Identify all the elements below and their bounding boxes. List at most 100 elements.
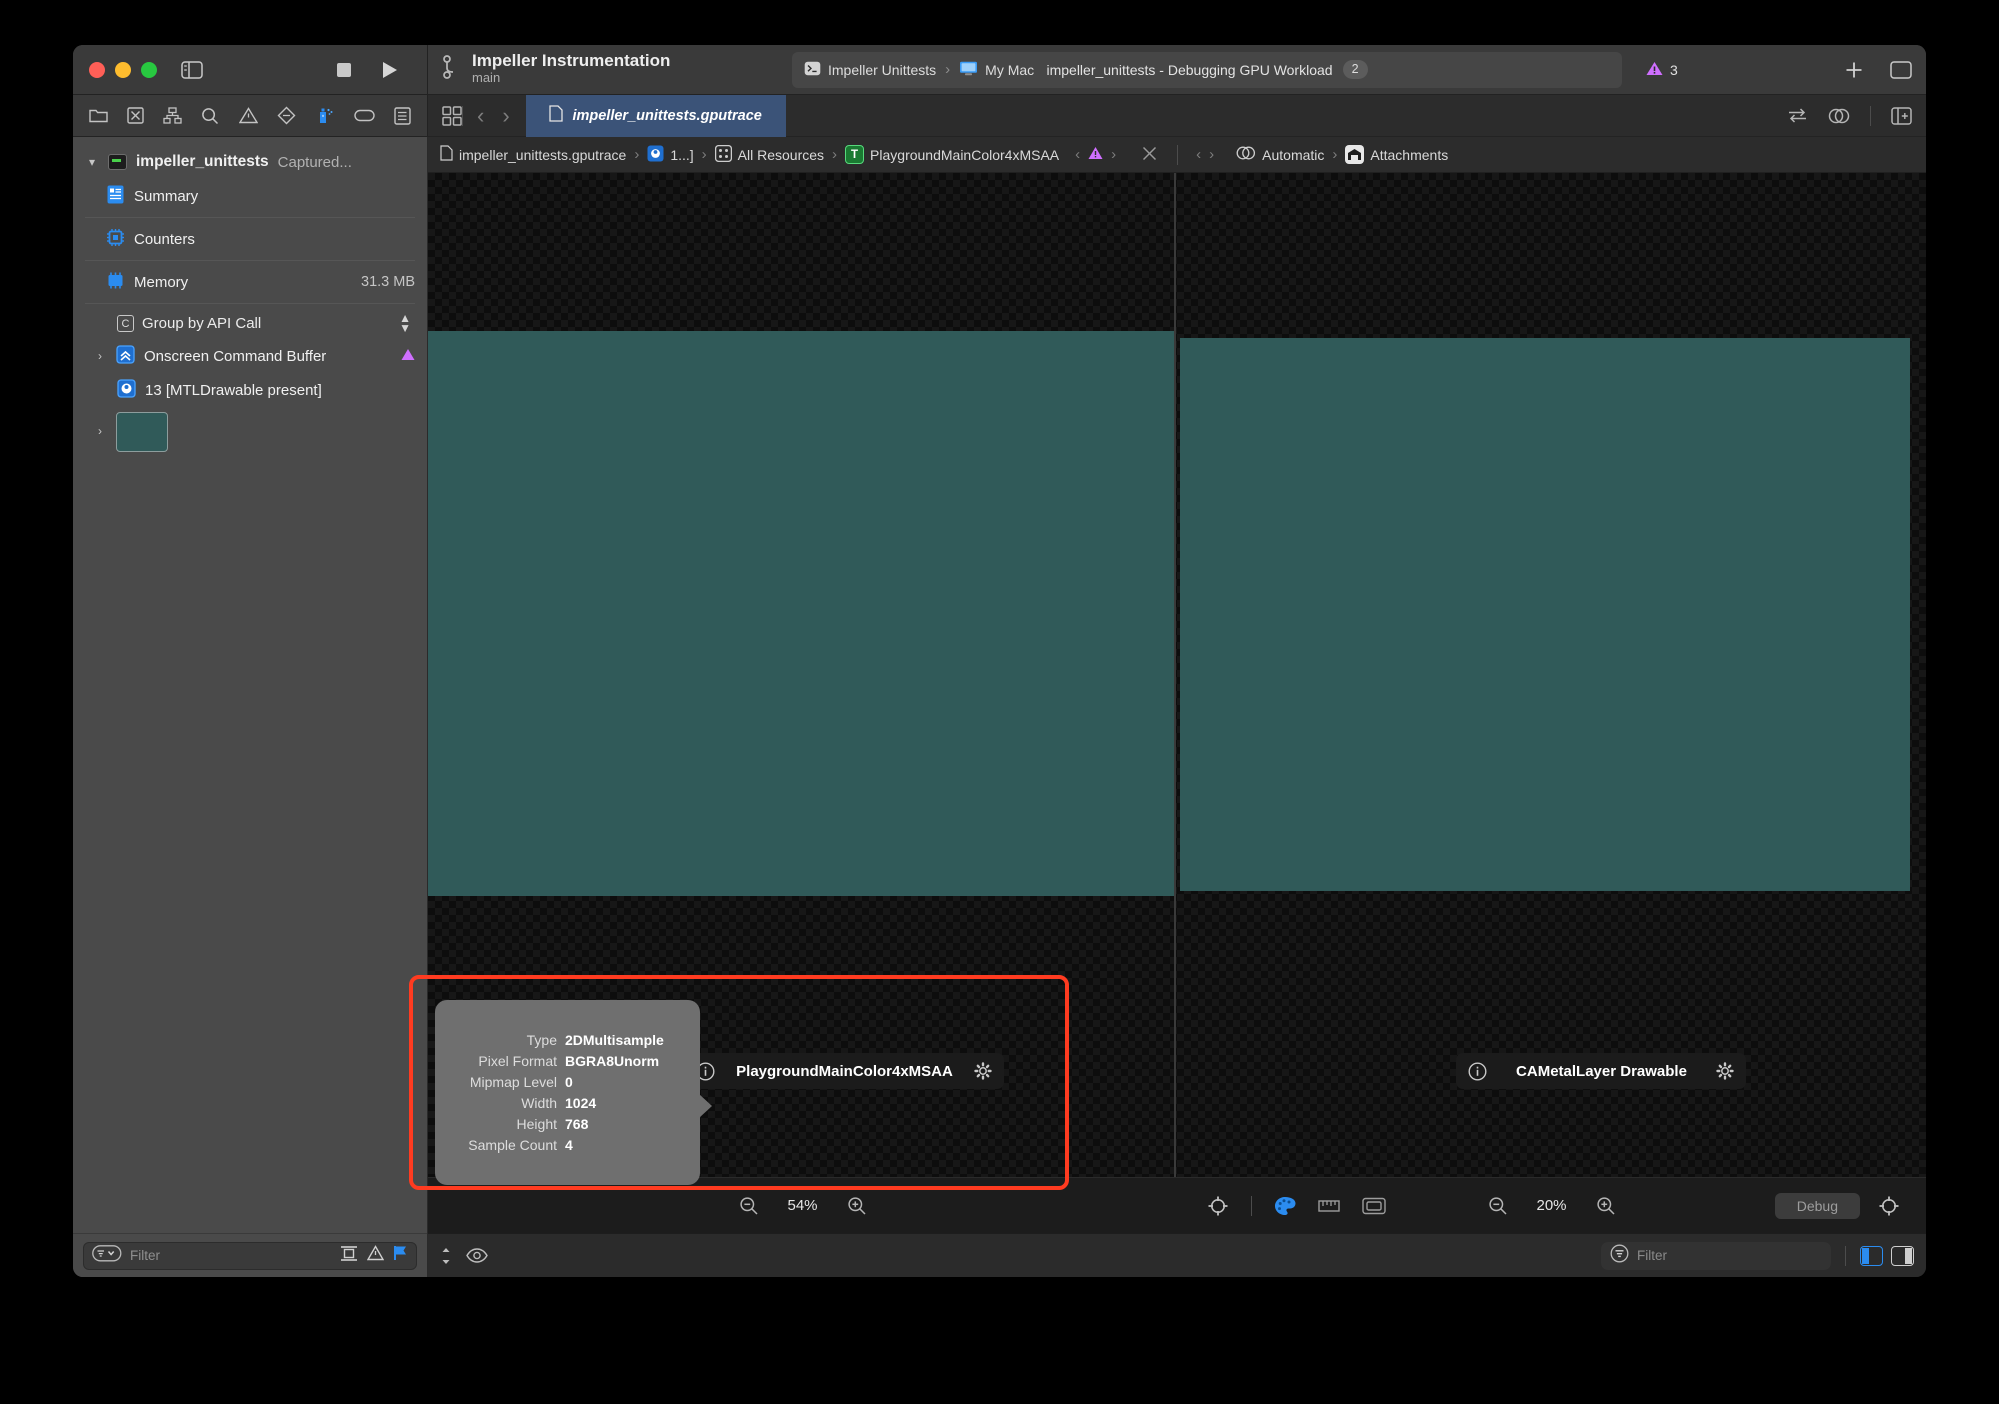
run-button[interactable] [379,60,399,80]
editor-filter-field[interactable]: Filter [1601,1241,1831,1270]
swap-icon[interactable] [1787,107,1808,124]
editor-layout-icon[interactable] [442,105,462,126]
list-icon[interactable] [394,106,411,125]
attachment-thumbnail[interactable] [116,412,168,453]
texture-preview-left[interactable] [428,331,1174,896]
zoom-window-button[interactable] [141,61,157,78]
breadcrumb-item-attachments[interactable]: Attachments [1345,145,1448,164]
zoom-controls-right: 20% Debug [1177,1192,1926,1219]
resize-handle-icon[interactable] [440,1246,452,1266]
left-panel-toggle-button[interactable] [1860,1245,1883,1266]
title-bar-right-actions [1830,60,1912,80]
filter-dropdown-icon[interactable] [92,1244,122,1267]
texture-icon-letter: T [851,148,859,161]
navigator-root-row[interactable]: ▾ impeller_unittests Captured... [73,145,427,179]
branch-icon [442,53,462,86]
eye-icon[interactable] [466,1248,488,1263]
x-box-icon[interactable] [127,107,144,124]
palette-icon[interactable] [1274,1196,1296,1216]
search-icon[interactable] [201,107,219,125]
nav-back-icon[interactable]: ‹ [477,103,484,129]
gear-icon[interactable] [974,1062,992,1080]
run-controls[interactable] [335,60,399,80]
sidebar-item-label: Memory [134,273,189,291]
ruler-icon[interactable] [1318,1198,1340,1214]
zoom-controls-left: 54% [428,1196,1177,1216]
compare-icon[interactable] [340,1245,358,1267]
flag-icon[interactable] [393,1245,408,1266]
warning-triangle-icon[interactable] [1088,146,1103,163]
memory-chip-icon [106,271,125,294]
filter-icon[interactable] [1610,1244,1629,1268]
inspector-panel-toggle-icon[interactable] [1891,106,1912,125]
destination-device-label: My Mac [985,61,1035,78]
spray-bottle-icon[interactable] [315,106,335,125]
inspector-toggle-icon[interactable] [1890,60,1912,79]
traffic-lights[interactable] [89,61,157,78]
breadcrumb-item-all-resources[interactable]: All Resources [714,144,824,165]
disclosure-triangle-icon[interactable]: › [93,424,107,438]
file-icon [549,105,564,126]
right-panel-toggle-button[interactable] [1891,1245,1914,1266]
debug-button[interactable]: Debug [1774,1192,1860,1219]
canvas-tools [1207,1195,1386,1217]
destination-chooser[interactable]: Impeller Unittests › My Mac [792,61,1034,79]
editor-history-nav[interactable]: ‹ › [477,103,510,129]
sidebar-item-summary[interactable]: Summary [73,179,427,213]
tree-row-thumbnail[interactable]: › [73,407,427,457]
frame-icon[interactable] [1362,1197,1386,1215]
breadcrumb-label: 1...] [670,146,694,163]
stepper-icon[interactable]: ▲ ▼ [399,312,411,334]
navigator-filter-field[interactable]: Filter [83,1241,417,1270]
zoom-out-icon[interactable] [739,1196,759,1216]
disclosure-triangle-icon[interactable]: ▾ [85,155,99,169]
close-icon[interactable] [1142,146,1157,164]
crumb-next-icon[interactable]: › [1111,146,1116,163]
scheme-selector[interactable]: Impeller Instrumentation main [442,52,782,86]
breadcrumb-item-drawable[interactable]: 1...] [647,145,694,165]
nav-forward-icon[interactable]: › [502,103,509,129]
breadcrumb-item-automatic[interactable]: Automatic [1236,145,1324,164]
sidebar-item-counters[interactable]: Counters [73,222,427,256]
issues-indicator[interactable]: 3 [1646,61,1678,79]
tab-gputrace-file[interactable]: impeller_unittests.gputrace [525,94,786,137]
popover-row: Type 2DMultisample [435,1030,686,1051]
zoom-in-icon[interactable] [847,1196,867,1216]
group-by-api-call-selector[interactable]: C Group by API Call ▲ ▼ [73,308,427,339]
gear-icon[interactable] [1716,1062,1734,1080]
diamond-icon[interactable] [277,106,296,125]
attachment-label-right[interactable]: CAMetalLayer Drawable [1456,1053,1746,1089]
status-bar[interactable]: Impeller Unittests › My Mac impeller_uni… [792,51,1622,88]
attachment-label-left[interactable]: PlaygroundMainColor4xMSAA [684,1053,1004,1089]
navigator-toggle-icon[interactable] [181,60,203,79]
crumb-prev-icon[interactable]: ‹ [1075,146,1080,163]
crosshair-icon[interactable] [1207,1195,1229,1217]
breadcrumb-item-file[interactable]: impeller_unittests.gputrace [440,145,626,164]
info-icon[interactable] [1468,1061,1487,1081]
history-forward-icon[interactable]: › [1209,146,1214,163]
texture-preview-right[interactable] [1180,338,1910,891]
zoom-in-icon[interactable] [1596,1196,1616,1216]
breadcrumb-item-texture[interactable]: T PlaygroundMainColor4xMSAA [845,145,1059,164]
sidebar-item-memory[interactable]: Memory 31.3 MB [73,265,427,299]
venn-icon[interactable] [1828,107,1850,125]
close-window-button[interactable] [89,61,105,78]
tag-icon[interactable] [354,108,375,123]
tree-row-mtldrawable-present[interactable]: 13 [MTLDrawable present] [73,373,427,407]
zoom-out-icon[interactable] [1488,1196,1508,1216]
minimize-window-button[interactable] [115,61,131,78]
warning-triangle-icon[interactable] [366,1245,385,1266]
add-button[interactable] [1844,60,1864,80]
tree-row-onscreen-command-buffer[interactable]: › Onscreen Command Buffer [73,339,427,373]
history-back-icon[interactable]: ‹ [1196,146,1201,163]
pane-divider[interactable] [1174,173,1176,1233]
crosshair-icon[interactable] [1878,1195,1900,1217]
warning-triangle-icon[interactable] [238,107,258,124]
disclosure-triangle-icon[interactable]: › [93,349,107,363]
stop-button[interactable] [335,61,353,79]
hierarchy-icon[interactable] [163,107,182,124]
folder-icon[interactable] [89,107,108,124]
navigator-root-title: impeller_unittests [136,153,269,170]
breadcrumb: impeller_unittests.gputrace › 1...] › Al… [428,137,1926,173]
window-body: ▾ impeller_unittests Captured... Summary [73,137,1926,1277]
